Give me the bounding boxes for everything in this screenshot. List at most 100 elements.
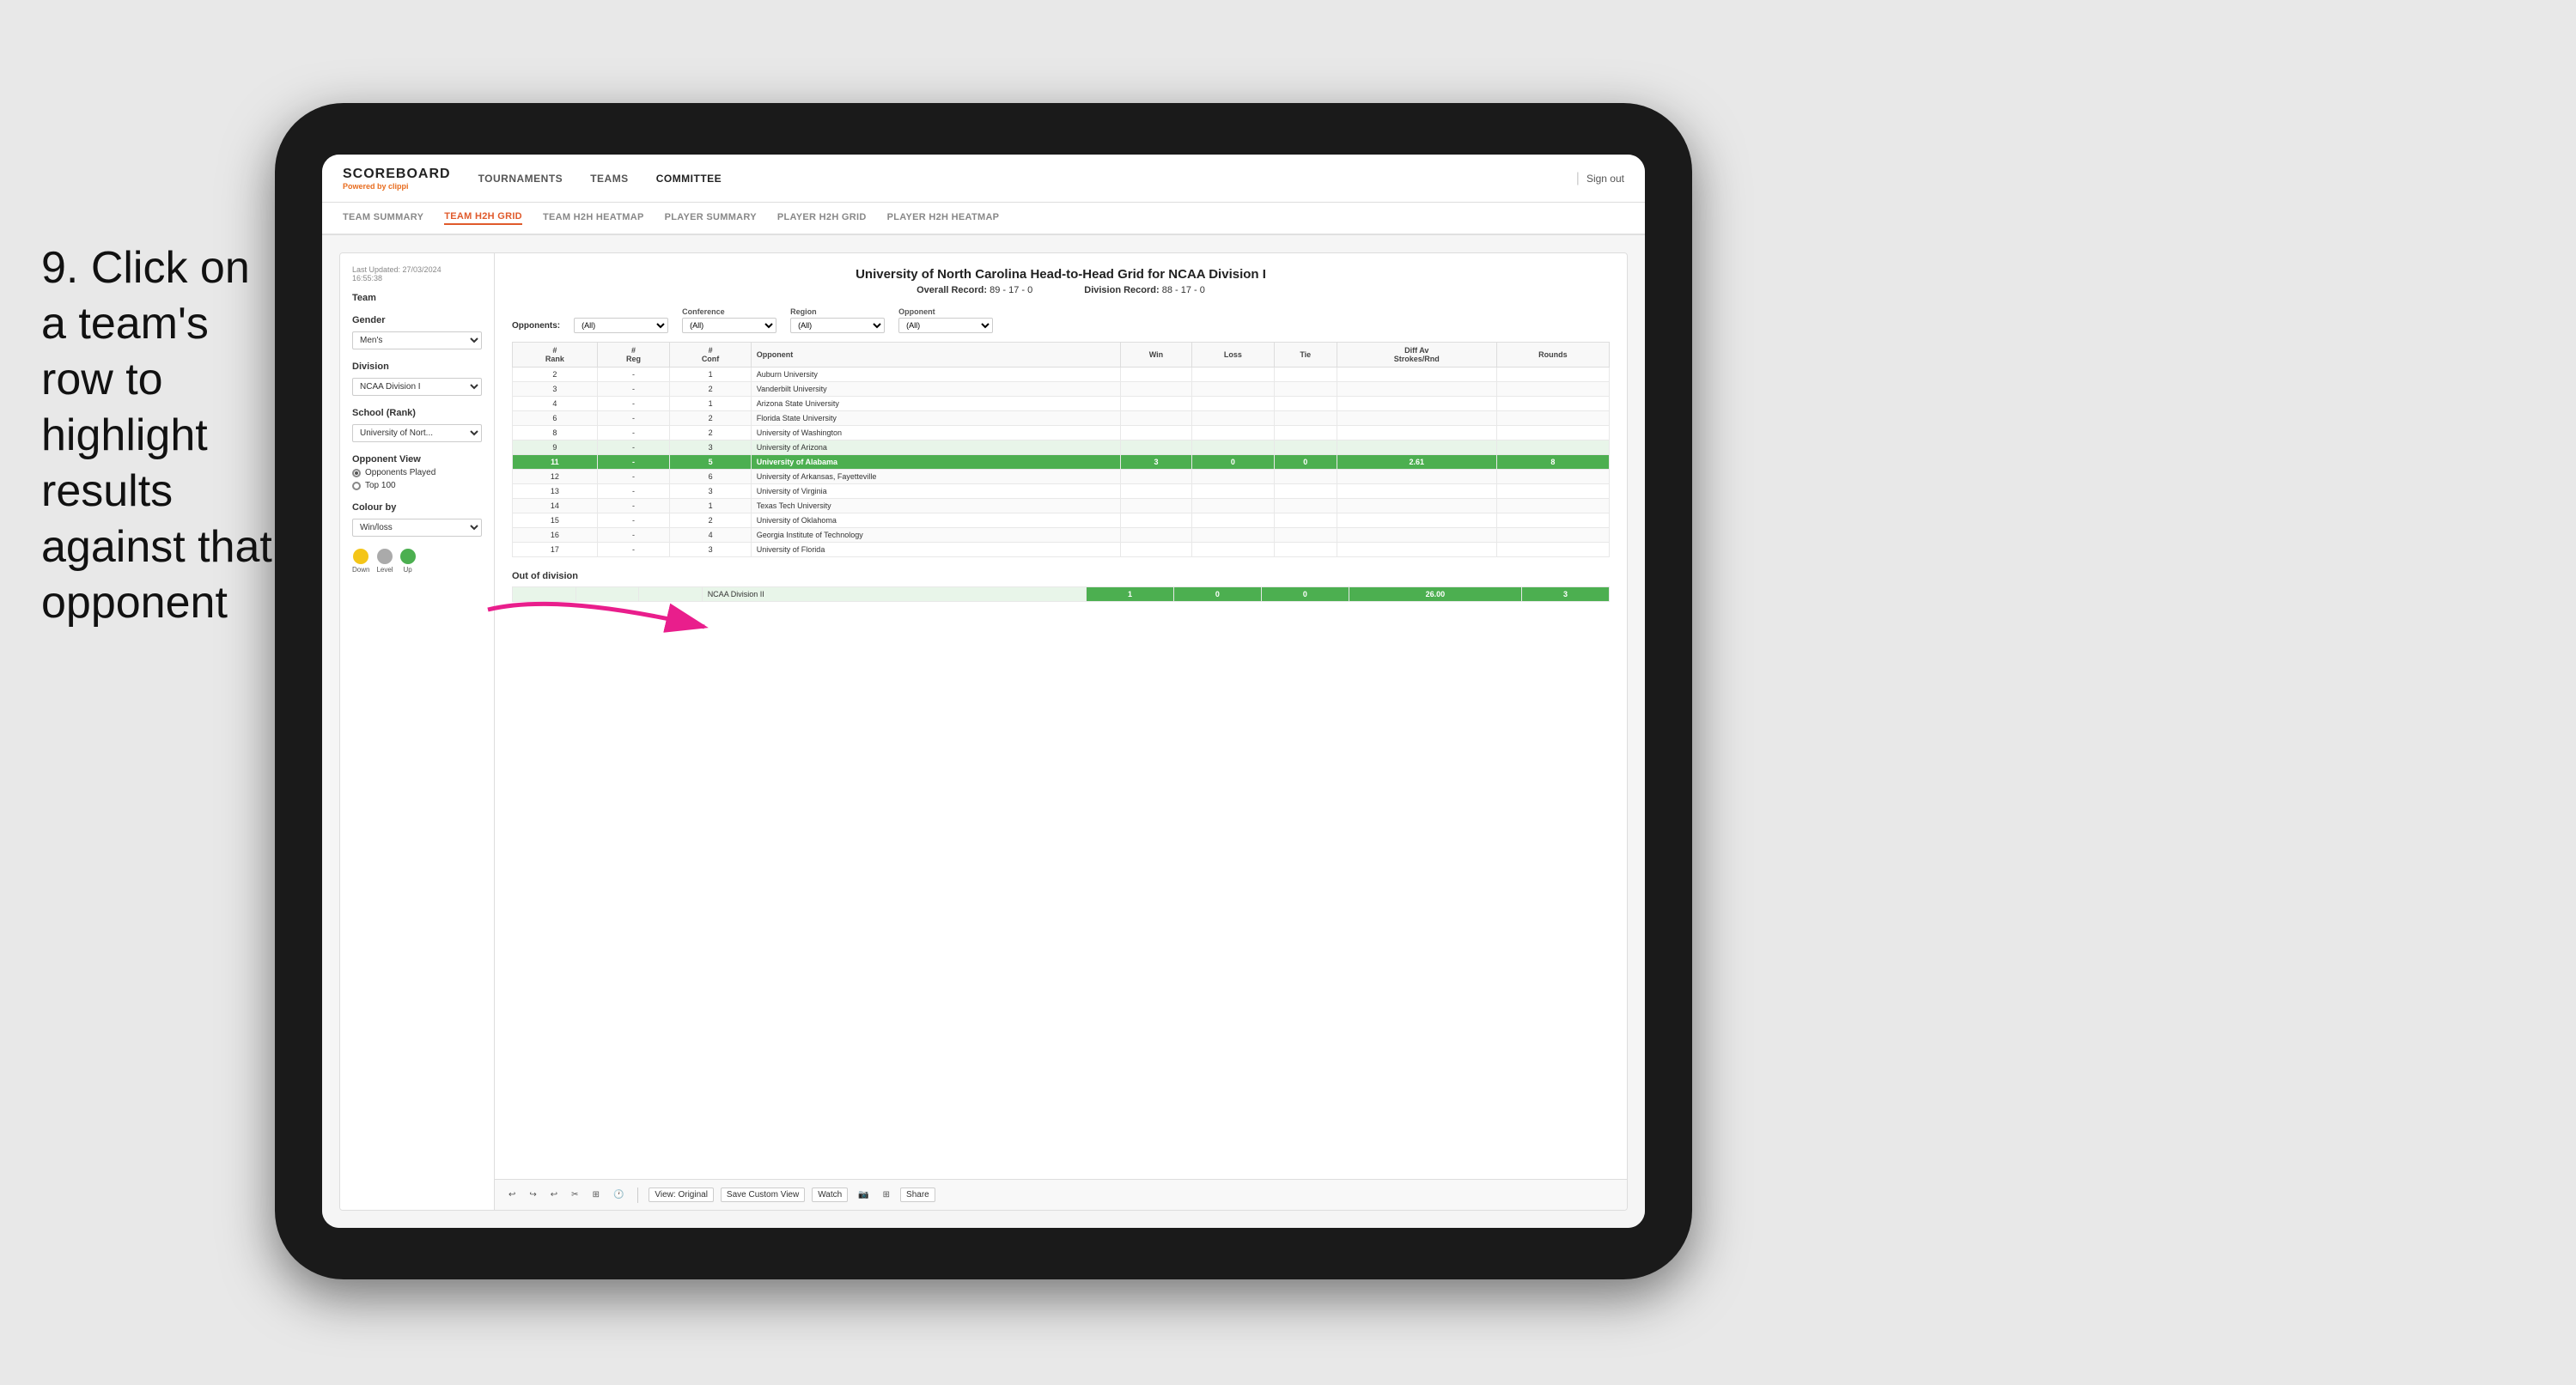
table-row[interactable]: 16-4Georgia Institute of Technology [513,528,1610,543]
out-of-division-label: Out of division [512,571,1610,581]
opponents-select[interactable]: (All) [574,318,668,333]
sub-navigation: TEAM SUMMARY TEAM H2H GRID TEAM H2H HEAT… [322,203,1645,235]
subnav-player-summary[interactable]: PLAYER SUMMARY [665,212,757,224]
radio-top100[interactable]: Top 100 [352,481,482,490]
team-section: Team [352,293,482,303]
table-row[interactable]: 6-2Florida State University [513,411,1610,426]
watch-button[interactable]: Watch [812,1188,848,1202]
opponent-select[interactable]: (All) [898,318,993,333]
table-row[interactable]: 11-5University of Alabama3002.618 [513,455,1610,470]
out-div-division: NCAA Division II [702,587,1086,602]
sidebar: Last Updated: 27/03/2024 16:55:38 Team G… [340,253,495,1210]
tablet-frame: SCOREBOARD Powered by clippi TOURNAMENTS… [275,103,1692,1279]
th-loss: Loss [1191,343,1274,368]
radio-opponents-played[interactable]: Opponents Played [352,468,482,477]
th-reg: #Reg [597,343,670,368]
instruction-text: 9. Click on a team's row to highlight re… [41,240,273,631]
view-original-button[interactable]: View: Original [649,1188,714,1202]
school-select[interactable]: University of Nort... [352,424,482,442]
opponent-view-section: Opponent View Opponents Played Top 100 [352,454,482,490]
table-row[interactable]: 4-1Arizona State University [513,397,1610,411]
colour-by-select[interactable]: Win/loss [352,519,482,537]
logo-powered: Powered by clippi [343,182,451,191]
undo-button[interactable]: ↩ [505,1188,519,1201]
overall-record: Overall Record: 89 - 17 - 0 [917,285,1032,295]
clock-button[interactable]: 🕐 [610,1188,627,1201]
sign-out-button[interactable]: Sign out [1586,173,1624,185]
out-div-tie: 0 [1261,587,1349,602]
th-rank: #Rank [513,343,598,368]
out-div-conf [639,587,703,602]
table-row[interactable]: 8-2University of Washington [513,426,1610,440]
logo-scoreboard: SCOREBOARD [343,167,451,182]
table-row[interactable]: 14-1Texas Tech University [513,499,1610,513]
out-div-reg [575,587,639,602]
subnav-player-h2h-grid[interactable]: PLAYER H2H GRID [777,212,867,224]
copy-button[interactable]: ⊞ [589,1188,603,1201]
out-div-rounds: 3 [1521,587,1609,602]
gender-select[interactable]: Men's [352,331,482,349]
colour-by-section: Colour by Win/loss [352,502,482,537]
out-of-division-table: NCAA Division II 1 0 0 26.00 3 [512,586,1610,602]
division-record: Division Record: 88 - 17 - 0 [1084,285,1205,295]
h2h-table: #Rank #Reg #Conf Opponent Win Loss Tie D… [512,342,1610,557]
nav-teams[interactable]: TEAMS [590,173,629,185]
filter-opponents: (All) [574,318,668,333]
subnav-player-h2h-heatmap[interactable]: PLAYER H2H HEATMAP [887,212,1000,224]
filter-opponent: Opponent (All) [898,307,993,333]
camera-button[interactable]: 📷 [855,1188,872,1201]
table-row[interactable]: 9-3University of Arizona [513,440,1610,455]
legend-down: Down [352,549,369,574]
subnav-team-h2h-grid[interactable]: TEAM H2H GRID [444,211,522,225]
logo-area: SCOREBOARD Powered by clippi [343,167,451,191]
table-row[interactable]: 13-3University of Virginia [513,484,1610,499]
bottom-toolbar: ↩ ↪ ↩ ✂ ⊞ 🕐 View: Original Save Custom V… [495,1179,1627,1210]
table-row[interactable]: 12-6University of Arkansas, Fayetteville [513,470,1610,484]
opponent-view-label: Opponent View [352,454,482,465]
th-conf: #Conf [670,343,751,368]
filter-conference: Conference (All) [682,307,776,333]
instruction-body: Click on a team's row to highlight resul… [41,243,272,628]
region-select[interactable]: (All) [790,318,885,333]
nav-tournaments[interactable]: TOURNAMENTS [478,173,563,185]
table-row[interactable]: 17-3University of Florida [513,543,1610,557]
radio-dot-top100 [352,482,361,490]
grid-button[interactable]: ⊞ [880,1188,893,1201]
save-custom-button[interactable]: Save Custom View [721,1188,805,1202]
out-div-win: 1 [1086,587,1173,602]
table-header-row: #Rank #Reg #Conf Opponent Win Loss Tie D… [513,343,1610,368]
gender-label: Gender [352,315,482,325]
out-div-loss: 0 [1173,587,1261,602]
th-tie: Tie [1274,343,1337,368]
division-select[interactable]: NCAA Division I [352,378,482,396]
step-number: 9. [41,243,91,293]
out-of-division-section: Out of division NCAA Division II 1 [512,571,1610,602]
filter-row: Opponents: (All) Conference (All) [512,307,1610,333]
nav-committee[interactable]: COMMITTEE [656,173,722,185]
gender-section: Gender Men's [352,315,482,349]
division-label: Division [352,361,482,372]
radio-dot-opponents [352,469,361,477]
redo-button[interactable]: ↪ [526,1188,539,1201]
table-row[interactable]: 15-2University of Oklahoma [513,513,1610,528]
legend-up-circle [400,549,416,564]
th-diff: Diff AvStrokes/Rnd [1337,343,1496,368]
legend: Down Level Up [352,549,482,574]
table-row[interactable]: 2-1Auburn University [513,368,1610,382]
out-of-division-row[interactable]: NCAA Division II 1 0 0 26.00 3 [513,587,1610,602]
th-rounds: Rounds [1496,343,1609,368]
grid-title: University of North Carolina Head-to-Hea… [512,267,1610,282]
undo2-button[interactable]: ↩ [547,1188,561,1201]
conference-select[interactable]: (All) [682,318,776,333]
subnav-team-summary[interactable]: TEAM SUMMARY [343,212,423,224]
school-label: School (Rank) [352,408,482,418]
table-row[interactable]: 3-2Vanderbilt University [513,382,1610,397]
colour-by-label: Colour by [352,502,482,513]
subnav-team-h2h-heatmap[interactable]: TEAM H2H HEATMAP [543,212,644,224]
share-button[interactable]: Share [900,1188,935,1202]
school-section: School (Rank) University of Nort... [352,408,482,442]
cut-button[interactable]: ✂ [568,1188,582,1201]
last-updated: Last Updated: 27/03/2024 16:55:38 [352,265,482,282]
tablet-screen: SCOREBOARD Powered by clippi TOURNAMENTS… [322,155,1645,1228]
legend-level-circle [377,549,393,564]
